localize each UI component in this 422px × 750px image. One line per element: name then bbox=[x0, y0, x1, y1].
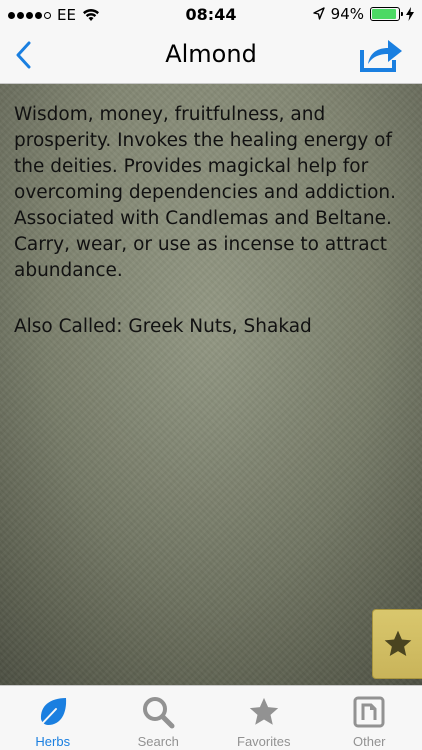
battery-percent: 94% bbox=[330, 5, 364, 23]
tab-favorites[interactable]: Favorites bbox=[211, 686, 317, 750]
navigation-bar: Almond bbox=[0, 28, 422, 84]
tab-label: Other bbox=[352, 734, 386, 749]
share-button[interactable] bbox=[358, 36, 404, 74]
share-icon bbox=[360, 40, 402, 72]
charging-bolt-icon bbox=[406, 7, 414, 21]
status-right: 94% bbox=[312, 5, 414, 23]
herb-also-called: Also Called: Greek Nuts, Shakad bbox=[14, 316, 312, 337]
herb-description: Wisdom, money, fruitfulness, and prosper… bbox=[14, 104, 397, 281]
tab-search[interactable]: Search bbox=[106, 686, 212, 750]
tab-label: Herbs bbox=[35, 734, 71, 749]
status-bar: EE 08:44 94% bbox=[0, 0, 422, 28]
tab-label: Search bbox=[137, 734, 179, 749]
star-icon bbox=[384, 630, 411, 656]
tab-herbs[interactable]: Herbs bbox=[0, 686, 106, 750]
battery-icon bbox=[370, 7, 403, 21]
tab-label: Favorites bbox=[237, 734, 291, 749]
search-icon bbox=[140, 694, 176, 730]
star-icon bbox=[246, 694, 282, 730]
add-favorite-button[interactable] bbox=[372, 609, 422, 679]
location-arrow-icon bbox=[312, 7, 325, 20]
herb-detail-content: Wisdom, money, fruitfulness, and prosper… bbox=[0, 84, 422, 685]
leaf-icon bbox=[35, 694, 71, 730]
tab-other[interactable]: Other bbox=[317, 686, 422, 750]
tab-bar: Herbs Search Favorites Other bbox=[0, 685, 422, 750]
other-icon bbox=[351, 694, 387, 730]
